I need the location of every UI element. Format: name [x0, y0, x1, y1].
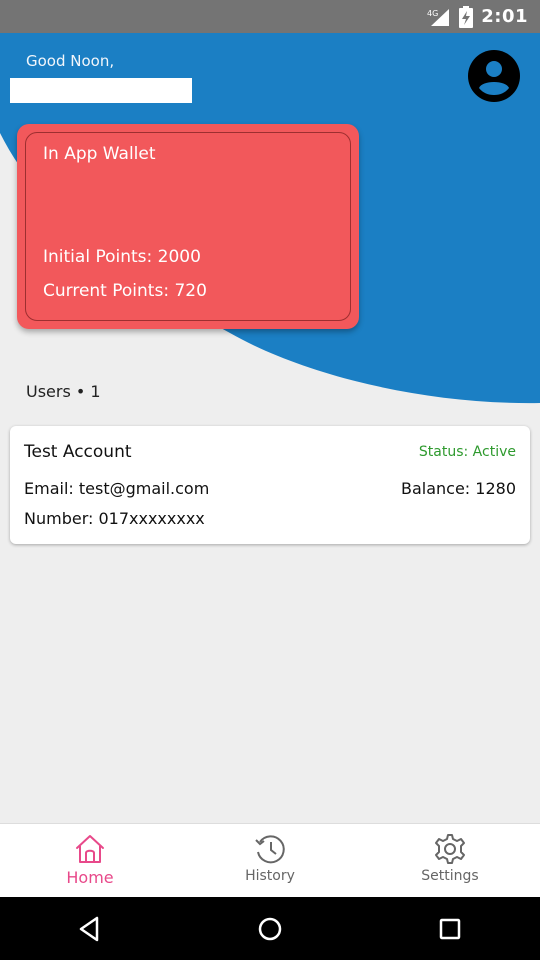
svg-text:4G: 4G: [427, 9, 438, 18]
settings-icon: [435, 834, 465, 864]
nav-settings[interactable]: Settings: [360, 824, 540, 897]
users-section-label: Users • 1: [26, 382, 101, 401]
recents-icon[interactable]: [435, 914, 465, 944]
battery-charging-icon: [459, 5, 474, 28]
nav-history-label: History: [245, 868, 295, 884]
home-icon: [76, 835, 104, 863]
signal-icon: 4G: [427, 7, 451, 27]
status-bar: 4G 2:01: [0, 0, 540, 33]
status-time: 2:01: [481, 6, 528, 27]
back-icon[interactable]: [75, 914, 105, 944]
account-circle-icon[interactable]: [468, 50, 520, 102]
user-name: Test Account: [24, 442, 132, 462]
user-balance: Balance: 1280: [400, 479, 516, 498]
user-status: Status: Active: [418, 444, 516, 460]
nav-history[interactable]: History: [180, 824, 360, 897]
wallet-initial-points: Initial Points: 2000: [43, 247, 201, 267]
user-number: Number: 017xxxxxxxx: [24, 509, 205, 528]
history-icon: [255, 835, 285, 864]
bottom-navigation: Home History Settings: [0, 823, 540, 897]
greeting-text: Good Noon,: [26, 52, 115, 70]
user-email: Email: test@gmail.com: [24, 479, 210, 498]
home-circle-icon[interactable]: [255, 914, 285, 944]
nav-home-label: Home: [66, 868, 114, 887]
wallet-title: In App Wallet: [43, 144, 156, 164]
system-navigation-bar: [0, 897, 540, 960]
user-card[interactable]: Test Account Status: Active Email: test@…: [10, 426, 530, 544]
nav-home[interactable]: Home: [0, 824, 180, 897]
nav-settings-label: Settings: [421, 868, 479, 884]
wallet-current-points: Current Points: 720: [43, 281, 207, 301]
user-name-field: [10, 78, 192, 103]
